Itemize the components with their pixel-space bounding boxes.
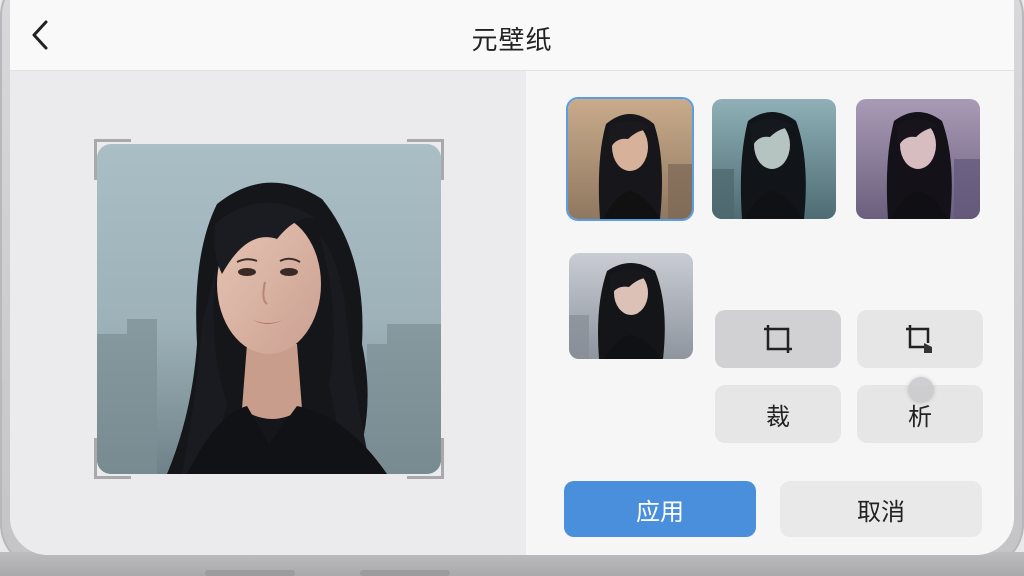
- device-button: [205, 570, 295, 576]
- device-bottom-edge: [0, 552, 1024, 576]
- filter-panel: 裁 析 应用 取消: [526, 71, 1014, 555]
- filter-thumb-original[interactable]: [569, 253, 693, 359]
- preview-pane: [10, 71, 526, 555]
- crop-tap-tool-button[interactable]: [857, 310, 983, 368]
- top-bar: 元壁纸: [10, 0, 1014, 71]
- touch-indicator: [908, 377, 934, 403]
- cancel-button[interactable]: 取消: [780, 481, 982, 537]
- cut-tool-button[interactable]: 裁: [715, 385, 841, 443]
- crop-icon: [764, 325, 792, 353]
- filter-thumb-purple[interactable]: [856, 99, 980, 219]
- filter-thumb-teal[interactable]: [712, 99, 836, 219]
- app-screen: 元壁纸 裁 析 应用 取消: [10, 0, 1014, 555]
- preview-image: [97, 144, 441, 474]
- apply-button[interactable]: 应用: [564, 481, 756, 537]
- filter-thumb-warm[interactable]: [566, 97, 694, 221]
- crop-tool-button[interactable]: [715, 310, 841, 368]
- crop-tap-icon: [906, 325, 932, 353]
- device-button: [360, 570, 450, 576]
- page-title: 元壁纸: [471, 26, 553, 56]
